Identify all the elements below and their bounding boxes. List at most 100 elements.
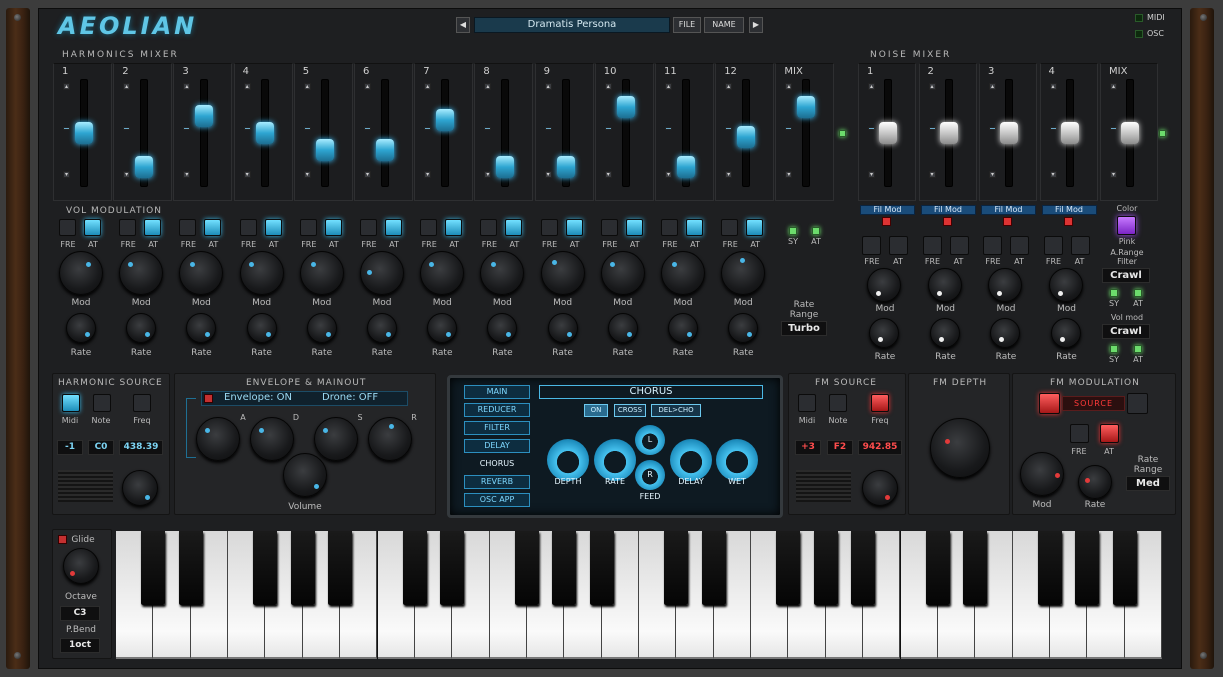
- harmonic-fader-1-up-button[interactable]: ▴: [63, 83, 70, 90]
- black-key[interactable]: [1112, 531, 1137, 605]
- fil-mod-button[interactable]: Fil Mod: [860, 205, 915, 215]
- fm-source-extra-button[interactable]: [1127, 393, 1148, 414]
- black-key[interactable]: [664, 531, 689, 605]
- fre-button[interactable]: [480, 219, 498, 236]
- at-button[interactable]: [324, 219, 342, 236]
- noise-fader-3-down-button[interactable]: ▾: [989, 171, 996, 178]
- harmonic-fader-13-thumb[interactable]: [797, 96, 816, 119]
- volume-knob[interactable]: [283, 453, 327, 497]
- fm-source-knob[interactable]: [862, 470, 898, 506]
- harm-freq-value[interactable]: 438.39: [119, 440, 163, 455]
- harmonic-fader-12-up-button[interactable]: ▴: [725, 83, 733, 90]
- fm-source-toggle[interactable]: [1039, 393, 1060, 414]
- harmonic-fader-5-up-button[interactable]: ▴: [303, 83, 311, 90]
- black-key[interactable]: [589, 531, 614, 605]
- harmonic-fader-2-thumb[interactable]: [135, 156, 154, 179]
- harmonic-fader-11-down-button[interactable]: ▾: [665, 171, 672, 178]
- noise-rate-knob[interactable]: [929, 318, 960, 348]
- noise-at-button[interactable]: [1010, 236, 1029, 255]
- at-button[interactable]: [144, 219, 162, 236]
- fil-mod-led[interactable]: [942, 217, 952, 226]
- noise-fre-button[interactable]: [922, 236, 942, 255]
- noise-fre-button[interactable]: [862, 236, 881, 255]
- harmonic-fader-6-thumb[interactable]: [376, 139, 394, 162]
- harmonic-fader-10-down-button[interactable]: ▾: [604, 171, 612, 178]
- noise-rate-knob[interactable]: [1050, 318, 1081, 348]
- range-at-led[interactable]: [1134, 289, 1142, 297]
- black-key[interactable]: [514, 531, 539, 605]
- volmod-at-led[interactable]: [1134, 345, 1142, 353]
- harmonic-fader-8-down-button[interactable]: ▾: [484, 171, 492, 178]
- noise-fader-2-down-button[interactable]: ▾: [928, 171, 936, 178]
- vol-rate-knob[interactable]: [306, 313, 337, 343]
- harmonic-fader-7-thumb[interactable]: [436, 109, 455, 132]
- harmonic-fader-1-down-button[interactable]: ▾: [63, 171, 70, 178]
- noise-fader-1-up-button[interactable]: ▴: [868, 83, 875, 90]
- at-button[interactable]: [565, 219, 583, 236]
- octave-value[interactable]: C3: [60, 606, 100, 621]
- noise-fader-3-thumb[interactable]: [1000, 122, 1018, 144]
- harmonic-fader-8-thumb[interactable]: [496, 156, 515, 179]
- fm-mod-knob[interactable]: [1020, 452, 1064, 496]
- black-key[interactable]: [440, 531, 465, 605]
- harmonic-fader-2-down-button[interactable]: ▾: [123, 171, 131, 178]
- fre-button[interactable]: [360, 219, 377, 236]
- harm-source-knob[interactable]: [122, 470, 158, 506]
- noise-at-button[interactable]: [889, 236, 908, 255]
- name-button[interactable]: NAME: [704, 17, 744, 33]
- decay-knob[interactable]: [250, 417, 294, 461]
- fre-button[interactable]: [179, 219, 197, 236]
- chorus-rate-knob[interactable]: [594, 439, 636, 481]
- pbend-value[interactable]: 1oct: [60, 638, 100, 653]
- harm-note-button[interactable]: [93, 394, 111, 412]
- noise-at-button[interactable]: [1070, 236, 1090, 255]
- noise-fader-2-thumb[interactable]: [939, 122, 958, 144]
- harmonic-fader-4-up-button[interactable]: ▴: [243, 83, 251, 90]
- black-key[interactable]: [1037, 531, 1062, 605]
- fm-note-value[interactable]: F2: [827, 440, 853, 455]
- menu-item-reducer[interactable]: REDUCER: [464, 403, 530, 417]
- fil-mod-led[interactable]: [1003, 217, 1012, 226]
- harm-midi-value[interactable]: -1: [57, 440, 83, 455]
- release-knob[interactable]: [368, 417, 412, 461]
- harmonic-fader-13-down-button[interactable]: ▾: [785, 171, 793, 178]
- harmonic-fader-3-down-button[interactable]: ▾: [183, 171, 191, 178]
- at-button[interactable]: [505, 219, 523, 236]
- chorus-cross-button[interactable]: CROSS: [614, 404, 646, 417]
- noise-mod-knob[interactable]: [927, 268, 962, 302]
- volmod-value[interactable]: Crawl: [1102, 324, 1150, 339]
- drone-status[interactable]: Drone: OFF: [322, 392, 378, 403]
- harmonic-fader-7-down-button[interactable]: ▾: [424, 171, 432, 178]
- menu-item-main[interactable]: MAIN: [464, 385, 530, 399]
- noise-rate-knob[interactable]: [869, 318, 899, 348]
- vol-rate-knob[interactable]: [728, 313, 759, 343]
- black-key[interactable]: [813, 531, 838, 605]
- black-key[interactable]: [178, 531, 203, 605]
- harmonic-fader-9-up-button[interactable]: ▴: [544, 83, 552, 90]
- midi-led[interactable]: [1135, 14, 1143, 22]
- harmonic-fader-6-down-button[interactable]: ▾: [364, 171, 371, 178]
- menu-item-reverb[interactable]: REVERB: [464, 475, 530, 489]
- fre-button[interactable]: [299, 219, 317, 236]
- at-button[interactable]: [625, 219, 643, 236]
- chorus-depth-knob[interactable]: [547, 439, 589, 481]
- at-button[interactable]: [686, 219, 703, 236]
- vol-mod-knob[interactable]: [721, 251, 766, 295]
- harmonic-fader-9-down-button[interactable]: ▾: [544, 171, 552, 178]
- vol-rate-knob[interactable]: [607, 313, 638, 343]
- fm-freq-button[interactable]: [871, 394, 889, 412]
- noise-fre-button[interactable]: [1043, 236, 1063, 255]
- vol-rate-knob[interactable]: [66, 313, 96, 343]
- fm-note-button[interactable]: [829, 394, 847, 412]
- harmonic-fader-10-thumb[interactable]: [616, 96, 635, 119]
- volmod-sy-led[interactable]: [1110, 345, 1118, 353]
- harmonic-fader-6-up-button[interactable]: ▴: [364, 83, 371, 90]
- fm-rate-knob[interactable]: [1078, 465, 1112, 499]
- chorus-wet-knob[interactable]: [716, 439, 758, 481]
- noise-mod-knob[interactable]: [988, 268, 1022, 302]
- fm-midi-value[interactable]: +3: [795, 440, 821, 455]
- noise-fader-5-up-button[interactable]: ▴: [1110, 83, 1117, 90]
- fil-mod-led[interactable]: [1063, 217, 1073, 226]
- fm-rate-range-value[interactable]: Med: [1126, 476, 1170, 491]
- black-key[interactable]: [552, 531, 577, 605]
